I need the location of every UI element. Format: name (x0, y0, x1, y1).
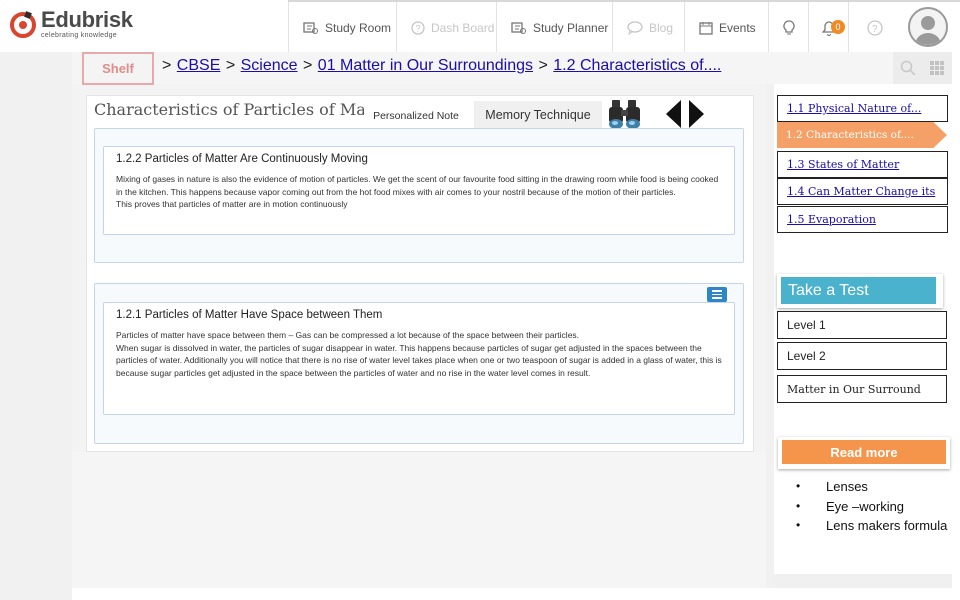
breadcrumb-section[interactable]: 1.2 Characteristics of.... (553, 57, 721, 74)
left-margin (0, 52, 72, 600)
take-a-test-label: Take a Test (781, 277, 936, 304)
sidebar-topic-1-2-active[interactable]: 1.2 Characteristics of.... (777, 122, 947, 148)
breadcrumb-separator: > (303, 57, 313, 74)
page-title: Characteristics of Particles of Matter (94, 100, 368, 119)
card-paragraph: Mixing of gases in nature is also the ev… (116, 174, 719, 197)
search-icon[interactable] (900, 60, 916, 76)
nav-dashboard-label: Dash Board (431, 21, 495, 35)
list-menu-button[interactable] (707, 287, 727, 302)
nav-study-planner-label: Study Planner (533, 21, 609, 35)
sidebar-topic-1-1[interactable]: 1.1 Physical Nature of... (777, 95, 948, 122)
breadcrumb-separator: > (162, 57, 172, 74)
read-more-button[interactable]: Read more (782, 440, 946, 464)
read-more-list: Lenses Eye –working Lens makers formula (796, 477, 956, 536)
breadcrumb-separator: > (538, 57, 548, 74)
user-silhouette-icon (915, 16, 941, 45)
nav-blog[interactable]: Blog (612, 2, 684, 54)
sidebar-topic-1-4[interactable]: 1.4 Can Matter Change its (777, 178, 948, 205)
notification-badge: 0 (831, 20, 845, 34)
card-paragraph: This proves that particles of matter are… (116, 199, 348, 209)
list-item[interactable]: Lenses (796, 477, 956, 497)
sidebar-topic-link[interactable]: 1.3 States of Matter (787, 158, 899, 171)
content-card: 1.2.1 Particles of Matter Have Space bet… (103, 302, 735, 415)
breadcrumb-tools (893, 52, 952, 84)
card-paragraph: Particles of matter have space between t… (116, 330, 580, 340)
dashboard-icon: ? (411, 21, 425, 35)
lightbulb-icon (782, 20, 795, 35)
notifications-button[interactable]: 0 (808, 2, 848, 54)
breadcrumb-science[interactable]: Science (241, 57, 298, 74)
sidebar-topic-1-5[interactable]: 1.5 Evaporation (777, 206, 948, 233)
tab-memory-technique[interactable]: Memory Technique (474, 101, 602, 129)
next-arrow-icon[interactable] (689, 100, 704, 128)
svg-text:?: ? (872, 24, 878, 35)
prev-next-arrows (666, 100, 704, 128)
sidebar-topic-link[interactable]: 1.1 Physical Nature of... (787, 102, 921, 115)
card-title: 1.2.2 Particles of Matter Are Continuous… (116, 153, 368, 165)
svg-text:?: ? (416, 24, 421, 34)
top-navigation-bar: Edubrisk celebrating knowledge Study Roo… (0, 0, 960, 54)
card-title: 1.2.1 Particles of Matter Have Space bet… (116, 309, 383, 321)
chat-bubble-icon (627, 21, 643, 35)
nav-events-label: Events (719, 21, 756, 35)
breadcrumb-chapter[interactable]: 01 Matter in Our Surroundings (318, 57, 533, 74)
nav-blog-label: Blog (649, 21, 674, 35)
study-room-icon (303, 22, 318, 34)
list-item[interactable]: Eye –working (796, 497, 956, 517)
card-paragraph: When sugar is dissolved in water, the pa… (116, 342, 722, 378)
planner-icon (511, 22, 526, 34)
binoculars-icon[interactable] (606, 98, 644, 130)
list-item[interactable]: Lens makers formula (796, 516, 956, 536)
content-card: 1.2.2 Particles of Matter Are Continuous… (103, 146, 735, 235)
help-icon: ? (866, 20, 883, 36)
sidebar-footer (774, 574, 952, 588)
breadcrumb: > CBSE > Science > 01 Matter in Our Surr… (162, 57, 722, 75)
read-more-panel: Read more (778, 437, 950, 469)
breadcrumb-cbse[interactable]: CBSE (177, 57, 221, 74)
calendar-icon (699, 22, 713, 35)
shelf-button[interactable]: Shelf (82, 52, 154, 85)
test-level-2[interactable]: Level 2 (777, 342, 947, 370)
sidebar-topic-link[interactable]: 1.5 Evaporation (787, 213, 876, 226)
nav-dashboard[interactable]: ? Dash Board (396, 2, 496, 54)
sidebar-topic-1-3[interactable]: 1.3 States of Matter (777, 151, 948, 178)
brand-tagline: celebrating knowledge (41, 32, 117, 39)
test-level-1[interactable]: Level 1 (777, 311, 947, 339)
edubrisk-logo[interactable]: Edubrisk celebrating knowledge (8, 6, 133, 46)
sidebar-gutter (766, 84, 774, 588)
nav-study-planner[interactable]: Study Planner (496, 2, 612, 54)
main-nav: Study Room ? Dash Board Study Planner Bl… (288, 0, 960, 54)
brand-name: Edubrisk (41, 7, 133, 32)
grid-icon[interactable] (929, 60, 945, 76)
logo-mark-icon (10, 11, 36, 38)
take-a-test-header: Take a Test (777, 274, 943, 308)
sidebar-topic-link[interactable]: 1.4 Can Matter Change its (787, 185, 935, 198)
user-avatar[interactable] (908, 7, 948, 47)
previous-arrow-icon[interactable] (666, 100, 681, 128)
nav-study-room-label: Study Room (325, 21, 392, 35)
test-chapter[interactable]: Matter in Our Surround (777, 375, 947, 403)
tab-personalized-note[interactable]: Personalized Note (364, 103, 468, 129)
ideas-button[interactable] (768, 2, 808, 54)
nav-events[interactable]: Events (684, 2, 768, 54)
lower-panel-background (72, 452, 766, 588)
nav-study-room[interactable]: Study Room (288, 2, 396, 54)
breadcrumb-separator: > (225, 57, 236, 74)
help-button[interactable]: ? (848, 2, 900, 54)
